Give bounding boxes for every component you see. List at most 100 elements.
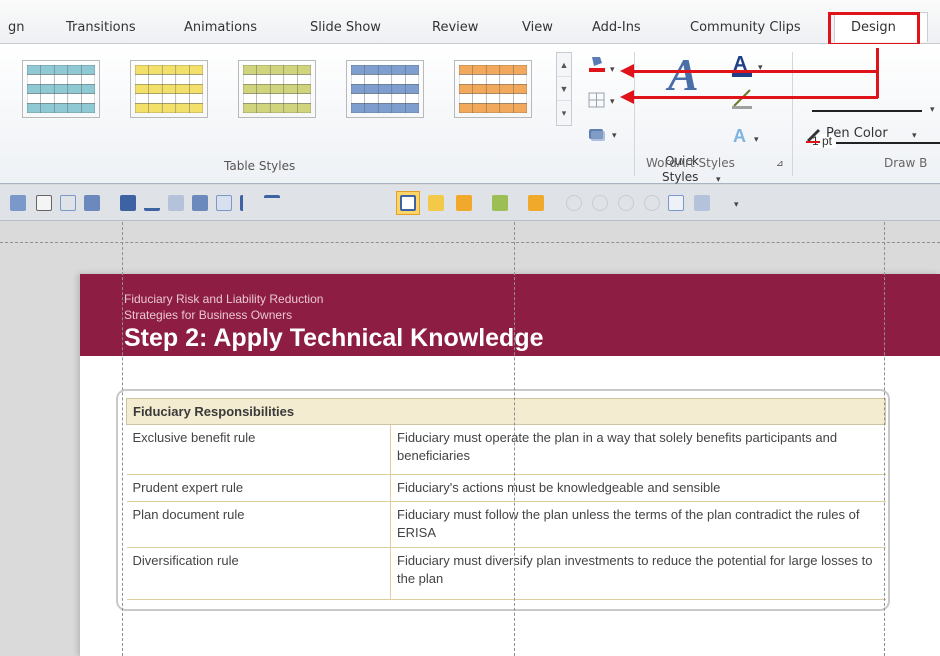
preview-icon[interactable]: [668, 195, 684, 211]
slide-canvas: Fiduciary Risk and Liability Reduction S…: [0, 222, 940, 656]
table-row: Diversification rule Fiduciary must dive…: [126, 547, 886, 600]
rotate-icon[interactable]: [10, 195, 26, 211]
slide[interactable]: Fiduciary Risk and Liability Reduction S…: [80, 274, 940, 656]
dialog-launcher-icon[interactable]: ⊿: [776, 158, 784, 169]
callout-line: [632, 70, 878, 73]
responsibilities-table[interactable]: Fiduciary Responsibilities Exclusive ben…: [126, 398, 886, 600]
star-icon[interactable]: [428, 195, 444, 211]
table-style-swatch-3[interactable]: [238, 60, 316, 118]
lighting-icon[interactable]: [644, 195, 660, 211]
table-style-swatch-2[interactable]: [130, 60, 208, 118]
table-cell-description[interactable]: Fiduciary must follow the plan unless th…: [390, 501, 886, 548]
gallery-up-icon[interactable]: ▲: [557, 53, 571, 77]
pen-color-dropdown-icon[interactable]: ▾: [912, 130, 917, 141]
table-grid-icon: [135, 65, 203, 113]
table-grid-icon: [243, 65, 311, 113]
table-style-swatch-5[interactable]: [454, 60, 532, 118]
tab-add-ins[interactable]: Add-Ins: [592, 20, 641, 35]
pen-icon: [806, 129, 820, 143]
tab-design-partial[interactable]: gn: [8, 20, 25, 35]
borders-dropdown-icon[interactable]: ▾: [610, 96, 615, 107]
send-backward-icon[interactable]: [192, 195, 208, 211]
table-select-icon[interactable]: [400, 195, 416, 211]
shadow-icon[interactable]: [566, 195, 582, 211]
table-grid-icon: [459, 65, 527, 113]
table-cell-rule[interactable]: Prudent expert rule: [126, 474, 391, 502]
tab-animations[interactable]: Animations: [184, 20, 257, 35]
frame-icon[interactable]: [694, 195, 710, 211]
table-row: Plan document rule Fiduciary must follow…: [126, 501, 886, 548]
flip-icon[interactable]: [216, 195, 232, 211]
callout-arrowhead: [620, 64, 634, 78]
table-cell-rule[interactable]: Exclusive benefit rule: [126, 424, 391, 475]
pen-style-line[interactable]: [812, 110, 922, 112]
text-box-icon[interactable]: [36, 195, 52, 211]
customize-toolbar-icon[interactable]: ▾: [734, 199, 739, 210]
table-cell-rule[interactable]: Diversification rule: [126, 547, 391, 600]
align-bottom-icon[interactable]: [144, 195, 160, 211]
shading-dropdown-icon[interactable]: ▾: [610, 64, 615, 75]
table-header[interactable]: Fiduciary Responsibilities: [126, 398, 886, 425]
table-style-swatch-1[interactable]: [22, 60, 100, 118]
design-tab-highlight-box: [828, 12, 920, 46]
tab-slide-show[interactable]: Slide Show: [310, 20, 381, 35]
quick-styles-icon[interactable]: A: [664, 50, 706, 98]
3d-icon[interactable]: [592, 195, 608, 211]
quick-styles-label-2[interactable]: Styles: [662, 170, 698, 184]
line-color-icon[interactable]: [492, 195, 508, 211]
distribute-icon[interactable]: [120, 195, 136, 211]
wordart-styles-group-label: WordArt Styles: [646, 156, 735, 170]
slide-subtitle-line-1: Fiduciary Risk and Liability Reduction: [124, 292, 324, 306]
tilt-icon[interactable]: [618, 195, 634, 211]
pen-style-dropdown-icon[interactable]: ▾: [930, 104, 935, 115]
tab-review[interactable]: Review: [432, 20, 478, 35]
group-icon[interactable]: [60, 195, 76, 211]
table-grid-icon: [351, 65, 419, 113]
table-row: Exclusive benefit rule Fiduciary must op…: [126, 424, 886, 475]
ribbon-panel: ▲ ▼ ▾ ▾ ▾ ▾ Table Styles A Quick Styles …: [0, 44, 940, 184]
slide-title[interactable]: Step 2: Apply Technical Knowledge: [124, 324, 544, 353]
text-effects-icon[interactable]: A: [730, 126, 752, 146]
gallery-more-icon[interactable]: ▾: [557, 101, 571, 125]
callout-arrowhead: [620, 90, 634, 104]
text-fill-icon[interactable]: A: [730, 52, 754, 78]
callout-line: [876, 48, 879, 98]
align-left-icon[interactable]: [240, 195, 256, 211]
table-styles-group-label: Table Styles: [224, 159, 296, 173]
guide-line: [884, 222, 885, 656]
svg-text:A: A: [733, 126, 746, 146]
table-row: Prudent expert rule Fiduciary's actions …: [126, 474, 886, 502]
ribbon-tab-bar: gn Transitions Animations Slide Show Rev…: [0, 0, 940, 46]
guide-line: [514, 222, 515, 656]
drawing-toolbar: ▾: [0, 185, 940, 221]
tab-transitions[interactable]: Transitions: [66, 20, 136, 35]
align-top-icon[interactable]: [264, 195, 280, 211]
gallery-scrollbar[interactable]: ▲ ▼ ▾: [556, 52, 572, 126]
table-cell-description[interactable]: Fiduciary must diversify plan investment…: [390, 547, 886, 600]
shape-icon[interactable]: [528, 195, 544, 211]
tab-view[interactable]: View: [522, 20, 553, 35]
effects-dropdown-icon[interactable]: ▾: [612, 130, 617, 141]
gallery-down-icon[interactable]: ▼: [557, 77, 571, 101]
tab-community-clips[interactable]: Community Clips: [690, 20, 801, 35]
table-style-swatch-4[interactable]: [346, 60, 424, 118]
table-grid-icon: [27, 65, 95, 113]
callout-line: [632, 96, 878, 99]
table-cell-rule[interactable]: Plan document rule: [126, 501, 391, 548]
shading-icon[interactable]: [586, 54, 608, 74]
borders-icon[interactable]: [586, 90, 608, 110]
pen-color-button[interactable]: Pen Color: [826, 126, 888, 141]
bring-forward-icon[interactable]: [168, 195, 184, 211]
draw-borders-group-label: Draw B: [884, 156, 928, 170]
table-cell-description[interactable]: Fiduciary's actions must be knowledgeabl…: [390, 474, 886, 502]
guide-line: [122, 222, 123, 656]
svg-text:A: A: [665, 50, 699, 98]
table-cell-description[interactable]: Fiduciary must operate the plan in a way…: [390, 424, 886, 475]
fill-color-icon[interactable]: [456, 195, 472, 211]
guide-line: [0, 242, 940, 243]
quick-styles-dropdown-icon[interactable]: ▾: [716, 174, 721, 185]
text-effects-dropdown-icon[interactable]: ▾: [754, 134, 759, 145]
effects-icon[interactable]: [586, 124, 608, 144]
title-banner: Fiduciary Risk and Liability Reduction S…: [80, 274, 940, 356]
align-icon[interactable]: [84, 195, 100, 211]
